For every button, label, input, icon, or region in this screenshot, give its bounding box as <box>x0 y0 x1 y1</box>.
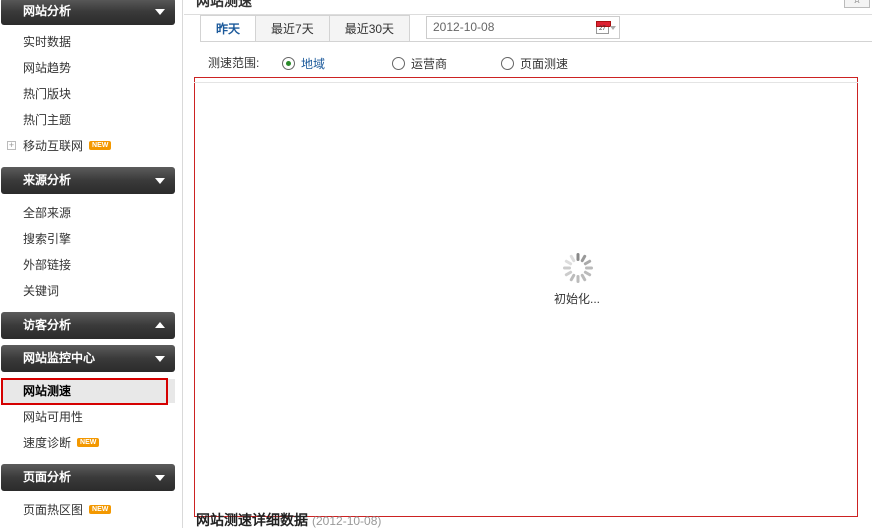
sidebar-item-label: 搜索引擎 <box>23 232 72 246</box>
sidebar-item-label: 速度诊断 <box>23 436 72 450</box>
radio-label: 地域 <box>301 57 326 71</box>
sidebar-item-realtime[interactable]: 实时数据 <box>1 30 175 54</box>
sidebar-item-label: 热门主题 <box>23 113 72 127</box>
section-title: 网站分析 <box>23 4 72 18</box>
chevron-down-icon <box>155 178 165 184</box>
loading-text: 初始化... <box>554 292 601 306</box>
sidebar-item-speed-test[interactable]: 网站测速 <box>1 379 175 403</box>
section-title: 页面分析 <box>23 470 72 484</box>
date-value: 2012-10-08 <box>433 20 495 34</box>
sidebar-item-trend[interactable]: 网站趋势 <box>1 56 175 80</box>
section-title: 来源分析 <box>23 173 72 187</box>
section-header-monitoring-center[interactable]: 网站监控中心 <box>1 345 175 372</box>
sidebar-item-search-engines[interactable]: 搜索引擎 <box>1 227 175 251</box>
detail-section-title: 网站测速详细数据 (2012-10-08) <box>196 510 381 528</box>
radio-checked-icon[interactable] <box>282 57 295 70</box>
sidebar-item-label: 移动互联网 <box>23 139 84 153</box>
radio-region[interactable]: 地域 <box>282 55 325 72</box>
radio-page-speed[interactable]: 页面测速 <box>501 55 568 72</box>
chevron-down-icon <box>155 356 165 362</box>
date-picker-input[interactable]: 2012-10-08 27 <box>426 16 620 39</box>
loading-spinner-icon <box>563 253 593 283</box>
calendar-icon[interactable]: 27 <box>596 21 611 34</box>
section-header-source-analysis[interactable]: 来源分析 <box>1 167 175 194</box>
section-title: 网站监控中心 <box>23 351 96 365</box>
sidebar-item-label: 全部来源 <box>23 206 72 220</box>
new-badge: NEW <box>77 438 100 448</box>
dropdown-arrow-icon[interactable] <box>610 26 616 30</box>
date-range-tabs: 昨天 最近7天 最近30天 <box>200 15 411 42</box>
sidebar-item-heatmap[interactable]: 页面热区图 NEW <box>1 498 175 522</box>
sidebar-item-hot-sections[interactable]: 热门版块 <box>1 82 175 106</box>
section-header-website-analysis[interactable]: 网站分析 <box>1 0 175 25</box>
expand-icon[interactable]: + <box>7 141 16 150</box>
new-badge: NEW <box>89 505 112 515</box>
page-title: 网站测速 <box>196 0 252 9</box>
scope-label: 测速范围: <box>208 56 260 70</box>
radio-carrier[interactable]: 运营商 <box>392 55 447 72</box>
sidebar-item-label: 网站趋势 <box>23 61 72 75</box>
divider <box>194 82 858 83</box>
tab-last-7-days[interactable]: 最近7天 <box>256 15 330 42</box>
sidebar-item-label: 网站测速 <box>23 384 72 398</box>
tab-last-30-days[interactable]: 最近30天 <box>329 15 411 42</box>
sidebar-item-keywords[interactable]: 关键词 <box>1 279 175 303</box>
radio-label: 运营商 <box>411 57 448 71</box>
sidebar-item-label: 热门版块 <box>23 87 72 101</box>
divider <box>200 41 872 42</box>
favorite-button[interactable]: ☆ <box>844 0 870 8</box>
chevron-down-icon <box>155 9 165 15</box>
radio-unchecked-icon[interactable] <box>392 57 405 70</box>
sidebar-item-speed-diagnosis[interactable]: 速度诊断 NEW <box>1 431 175 455</box>
new-badge: NEW <box>89 141 112 151</box>
sidebar-item-hot-topics[interactable]: 热门主题 <box>1 108 175 132</box>
radio-unchecked-icon[interactable] <box>501 57 514 70</box>
chevron-down-icon <box>155 475 165 481</box>
calendar-day: 27 <box>599 26 606 32</box>
sidebar-item-label: 外部链接 <box>23 258 72 272</box>
main-content: 网站测速 ☆ 昨天 最近7天 最近30天 2012-10-08 27 测速范围:… <box>184 0 872 528</box>
section-header-page-analysis[interactable]: 页面分析 <box>1 464 175 491</box>
sidebar: 网站分析 实时数据 网站趋势 热门版块 热门主题 + 移动互联网 NEW 来源分析… <box>0 0 183 528</box>
sidebar-item-mobile[interactable]: + 移动互联网 NEW <box>1 134 175 158</box>
sidebar-item-external-links[interactable]: 外部链接 <box>1 253 175 277</box>
sidebar-item-label: 关键词 <box>23 284 60 298</box>
sidebar-item-availability[interactable]: 网站可用性 <box>1 405 175 429</box>
sidebar-item-all-sources[interactable]: 全部来源 <box>1 201 175 225</box>
section-title: 访客分析 <box>23 318 72 332</box>
speed-scope-selector: 测速范围: <box>208 55 259 71</box>
sidebar-item-label: 页面热区图 <box>23 503 84 517</box>
tab-yesterday[interactable]: 昨天 <box>200 15 257 42</box>
sidebar-item-label: 网站可用性 <box>23 410 84 424</box>
sidebar-item-label: 实时数据 <box>23 35 72 49</box>
speed-map-panel <box>194 77 858 517</box>
radio-label: 页面测速 <box>520 57 569 71</box>
detail-title-text: 网站测速详细数据 <box>196 512 308 528</box>
section-header-visitor-analysis[interactable]: 访客分析 <box>1 312 175 339</box>
detail-date: (2012-10-08) <box>312 514 382 528</box>
chevron-up-icon <box>155 322 165 328</box>
